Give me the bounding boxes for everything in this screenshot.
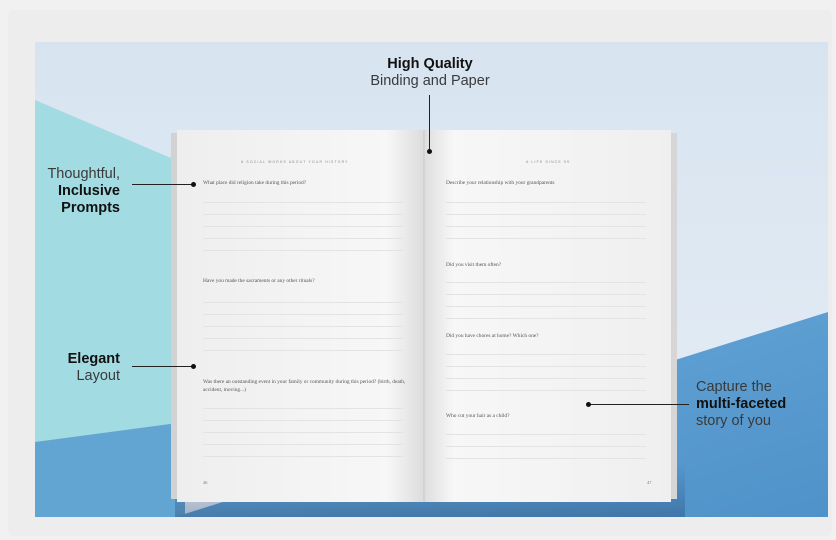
right-prompt-2: Did you visit them often? <box>446 262 502 268</box>
left-page-number: 46 <box>203 480 208 485</box>
callout-story-text-2: story of you <box>696 413 771 429</box>
right-prompt-3: Did you have chores at home? Which one? <box>446 333 539 339</box>
callout-layout-bold: Elegant <box>67 351 120 367</box>
callout-story-text-1: Capture the <box>696 379 772 395</box>
book-pages <box>171 130 677 502</box>
product-image: A SOCIAL WORKS ABOUT YOUR HISTORY A LIFE… <box>35 42 828 517</box>
left-prompt-2: Have you made the sacraments or any othe… <box>203 278 315 284</box>
right-running-header: A LIFE SINCE 99 <box>526 160 571 164</box>
callout-binding-text: Binding and Paper <box>370 73 490 89</box>
right-prompt-1: Describe your relationship with your gra… <box>446 180 555 186</box>
left-running-header: A SOCIAL WORKS ABOUT YOUR HISTORY <box>241 160 349 164</box>
right-page-number: 47 <box>647 480 652 485</box>
callout-binding-dot <box>427 149 432 154</box>
callout-layout-dot <box>191 364 196 369</box>
open-journal: A SOCIAL WORKS ABOUT YOUR HISTORY A LIFE… <box>171 130 677 504</box>
left-prompt-1: What place did religion take during this… <box>203 180 307 186</box>
callout-binding: High Quality Binding and Paper <box>330 56 530 90</box>
right-prompt-4: Who cut your hair as a child? <box>446 413 510 419</box>
callout-prompts-line <box>132 184 192 185</box>
callout-binding-line <box>429 95 430 151</box>
callout-binding-bold: High Quality <box>387 56 473 72</box>
callout-layout-line <box>132 366 192 367</box>
callout-story-dot <box>586 402 591 407</box>
callout-prompts-bold-2: Prompts <box>61 200 120 216</box>
callout-layout-text: Layout <box>76 368 120 384</box>
callout-story-line <box>589 404 689 405</box>
left-prompt-3: Was there an outstanding event in your f… <box>203 379 406 393</box>
callout-story: Capture the multi-faceted story of you <box>696 379 816 430</box>
callout-layout: Elegant Layout <box>20 351 120 385</box>
callout-prompts: Thoughtful, Inclusive Prompts <box>20 166 120 217</box>
callout-prompts-text: Thoughtful, <box>47 166 120 182</box>
callout-prompts-bold-1: Inclusive <box>57 183 120 199</box>
callout-story-bold: multi-faceted <box>696 396 787 412</box>
callout-prompts-dot <box>191 182 196 187</box>
